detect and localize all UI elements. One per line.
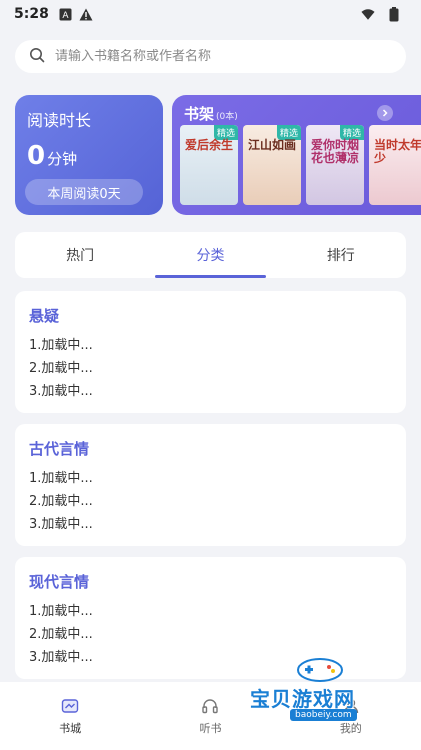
tab-hot[interactable]: 热门: [15, 232, 145, 278]
list-item[interactable]: 1.加载中...: [29, 467, 392, 490]
watermark: 宝贝游戏网 baobeiy.com: [250, 655, 400, 735]
weekly-reading-badge[interactable]: 本周阅读0天: [25, 179, 143, 205]
book-cover[interactable]: 精选 爱你时烟花也薄凉: [306, 125, 364, 205]
book-title: 江山如画: [248, 138, 297, 152]
reading-time-card[interactable]: 阅读时长 0 分钟 本周阅读0天: [15, 95, 163, 215]
search-icon: [29, 47, 45, 67]
list-item[interactable]: 1.加载中...: [29, 334, 392, 357]
warning-icon: [79, 7, 93, 21]
bookshelf-books: 精选 爱后余生 精选 江山如画 精选 爱你时烟花也薄凉 当时太年少: [180, 125, 421, 205]
category-name[interactable]: 现代言情: [29, 571, 392, 592]
battery-icon: [387, 6, 401, 21]
list-item[interactable]: 1.加载中...: [29, 600, 392, 623]
chevron-right-icon[interactable]: [377, 105, 393, 121]
bookshelf-card[interactable]: 书架 (0本) 精选 爱后余生 精选 江山如画 精选 爱你时烟花也薄凉 当时太年…: [172, 95, 421, 215]
search-bar[interactable]: [15, 40, 406, 73]
list-item[interactable]: 2.加载中...: [29, 623, 392, 646]
list-item[interactable]: 2.加载中...: [29, 490, 392, 513]
reading-minutes: 0 分钟: [27, 141, 151, 171]
book-title: 爱后余生: [185, 138, 234, 152]
nav-label: 书城: [59, 722, 82, 735]
book-cover[interactable]: 精选 爱后余生: [180, 125, 238, 205]
book-title: 爱你时烟花也薄凉: [311, 138, 360, 166]
book-title: 当时太年少: [374, 138, 421, 166]
status-time: 5:28: [14, 6, 49, 22]
book-cover[interactable]: 精选 江山如画: [243, 125, 301, 205]
reading-minutes-value: 0: [27, 141, 46, 171]
list-item[interactable]: 3.加载中...: [29, 513, 392, 536]
list-item[interactable]: 2.加载中...: [29, 357, 392, 380]
book-cover[interactable]: 当时太年少: [369, 125, 421, 205]
category-list: 1.加载中... 2.加载中... 3.加载中...: [29, 334, 392, 403]
search-input[interactable]: [55, 49, 375, 64]
status-bar: 5:28 A: [0, 0, 421, 28]
tab-ranking[interactable]: 排行: [276, 232, 406, 278]
category-tabs: 热门 分类 排行: [15, 232, 406, 278]
bookshelf-count: (0本): [216, 112, 238, 122]
list-item[interactable]: 3.加载中...: [29, 380, 392, 403]
watermark-text: 宝贝游戏网: [250, 687, 355, 711]
nav-bookstore[interactable]: 书城: [0, 682, 140, 750]
category-name[interactable]: 悬疑: [29, 305, 392, 326]
category-card-ancient-romance[interactable]: 古代言情 1.加载中... 2.加载中... 3.加载中...: [15, 424, 406, 546]
wifi-icon: [361, 7, 375, 21]
category-card-suspense[interactable]: 悬疑 1.加载中... 2.加载中... 3.加载中...: [15, 291, 406, 413]
reading-minutes-unit: 分钟: [47, 150, 78, 168]
svg-text:A: A: [63, 11, 70, 21]
tab-category[interactable]: 分类: [145, 232, 275, 278]
headphones-icon: [200, 696, 220, 716]
watermark-url: baobeiy.com: [290, 709, 357, 721]
category-list: 1.加载中... 2.加载中... 3.加载中...: [29, 467, 392, 536]
notification-a-icon: A: [59, 7, 73, 21]
nav-label: 听书: [199, 722, 222, 735]
bookshelf-title: 书架: [184, 105, 215, 123]
category-name[interactable]: 古代言情: [29, 438, 392, 459]
bookstore-icon: [60, 696, 80, 716]
reading-time-title: 阅读时长: [27, 111, 92, 130]
